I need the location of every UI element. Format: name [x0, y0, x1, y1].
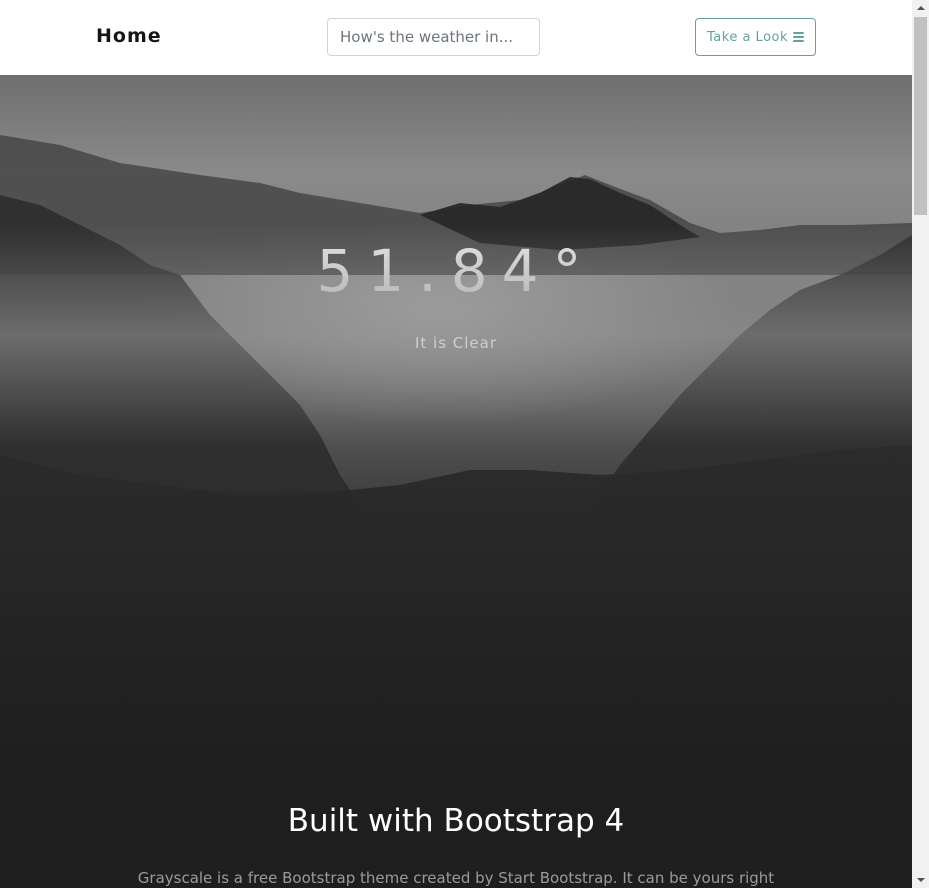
- hero-section: 51.84° It is Clear: [0, 75, 912, 775]
- city-search-input[interactable]: [327, 18, 540, 56]
- weather-condition-text: It is Clear: [414, 334, 498, 352]
- scroll-down-arrow-icon[interactable]: [912, 871, 929, 888]
- about-description: Grayscale is a free Bootstrap theme crea…: [137, 869, 775, 887]
- bars-icon: [793, 32, 804, 42]
- take-a-look-menu-button[interactable]: Take a Look: [695, 18, 816, 56]
- page-scrollbar[interactable]: [912, 0, 929, 888]
- temperature-display: 51.84°: [0, 235, 912, 307]
- about-section: Built with Bootstrap 4 Grayscale is a fr…: [0, 775, 912, 888]
- scroll-up-arrow-icon[interactable]: [912, 0, 929, 17]
- mountain-background-image: [0, 135, 912, 775]
- page-viewport: Home Take a Look: [0, 0, 912, 888]
- about-title: Built with Bootstrap 4: [287, 803, 625, 839]
- menu-button-label: Take a Look: [707, 29, 788, 45]
- top-navbar: Home Take a Look: [0, 0, 912, 75]
- scrollbar-thumb[interactable]: [914, 17, 927, 215]
- brand-home-link[interactable]: Home: [96, 24, 162, 48]
